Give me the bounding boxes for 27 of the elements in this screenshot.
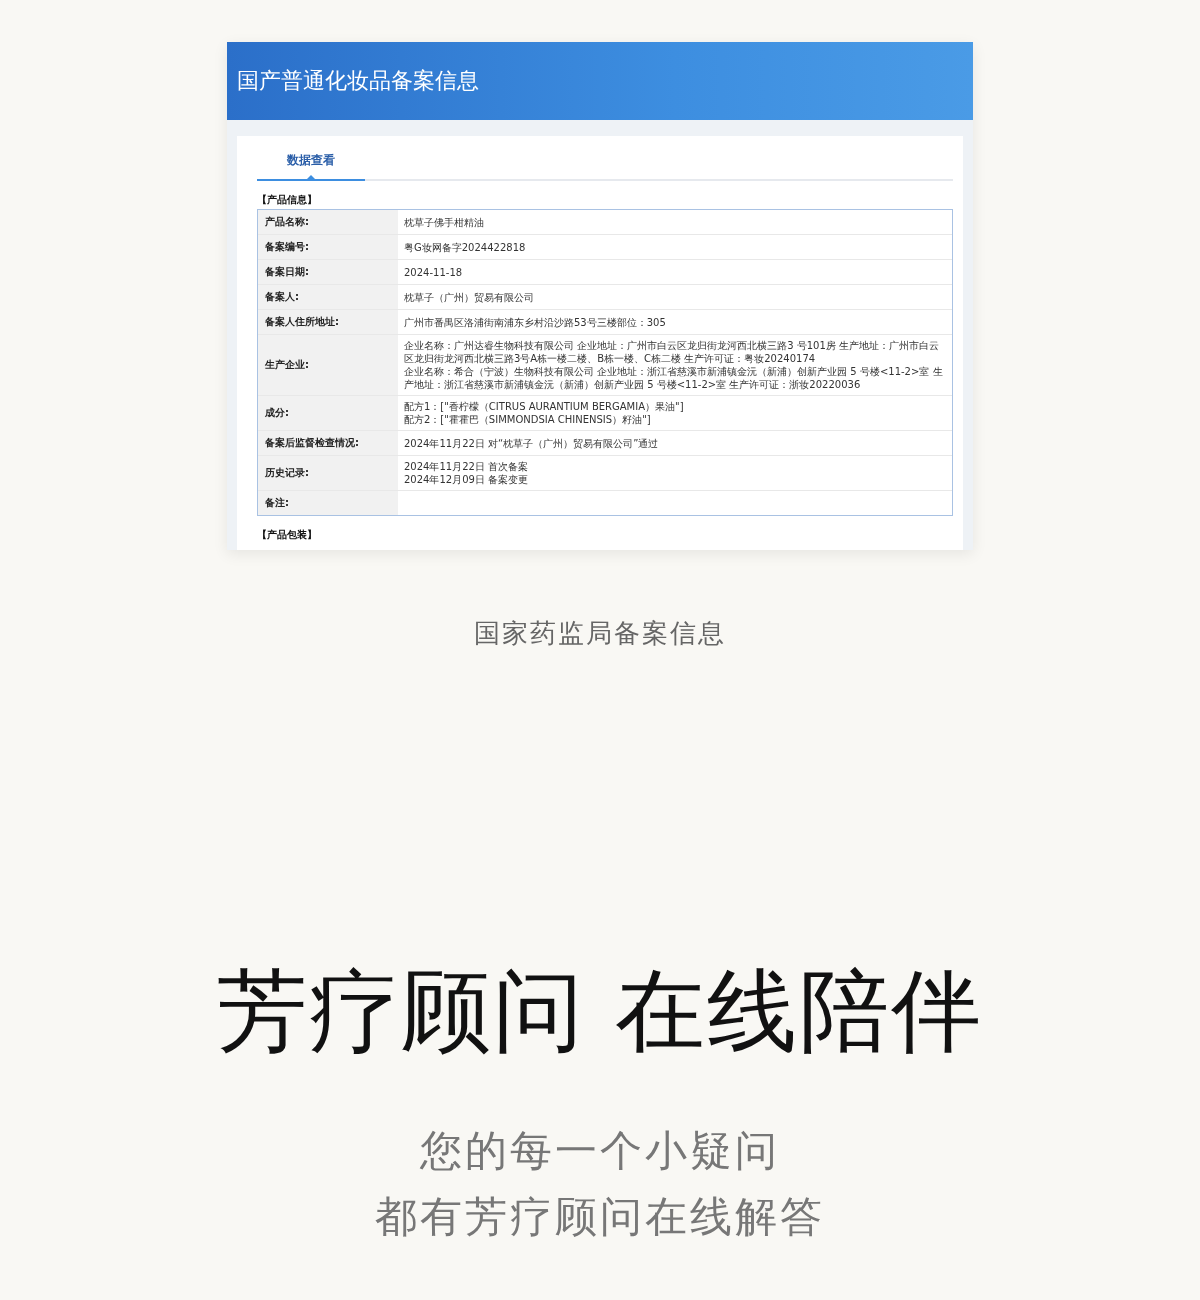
page-title: 国产普通化妆品备案信息 bbox=[237, 67, 479, 95]
field-label: 备案人: bbox=[258, 285, 398, 309]
field-label: 历史记录: bbox=[258, 456, 398, 490]
section-title: 【产品包装】 bbox=[257, 528, 318, 542]
field-label: 产品名称: bbox=[258, 210, 398, 234]
field-value: 2024年11月22日 首次备案 2024年12月09日 备案变更 bbox=[403, 460, 530, 487]
field-value: 企业名称：广州达睿生物科技有限公司 企业地址：广州市白云区龙归街龙河西北横三路3 号101房 生产地址：广州市白云区龙归街龙河西北横三路3号A栋一楼二楼、B栋一楼、C栋二楼 生产许可证：粤妆20240174 企业名称：希合（宁波）生物科技有限公司 企业地址：浙江省慈溪市新浦镇金沅（新浦）创新产业园 5 号楼<11-2>室 生产地址：浙江省慈溪市新浦镇金沅（新浦）创新产业园 5 号楼<11-2>室 生产许可证：浙妆20220036 bbox=[403, 339, 944, 392]
field-label: 备案日期: bbox=[258, 260, 398, 284]
field-value: 枕草子（广州）贸易有限公司 bbox=[403, 290, 535, 305]
headline: 芳疗顾问 在线陪伴 bbox=[216, 957, 984, 1065]
subtitle: 都有芳疗顾问在线解答 bbox=[375, 1191, 825, 1243]
field-value: 枕草子佛手柑精油 bbox=[403, 215, 485, 230]
field-value: 广州市番禺区洛浦街南浦东乡村沿沙路53号三楼部位：305 bbox=[403, 315, 667, 330]
field-label: 备案人住所地址: bbox=[258, 310, 398, 334]
field-value: 配方1：["香柠檬（CITRUS AURANTIUM BERGAMIA）果油"] 配方2：["霍霍巴（SIMMONDSIA CHINENSIS）籽油"] bbox=[403, 400, 685, 427]
field-value: 粤G妆网备字2024422818 bbox=[403, 240, 527, 255]
field-label: 备案后监督检查情况: bbox=[258, 431, 398, 455]
field-label: 生产企业: bbox=[258, 335, 398, 395]
section-title: 【产品信息】 bbox=[257, 193, 318, 207]
field-label: 备注: bbox=[258, 491, 398, 515]
field-value: 2024年11月22日 对“枕草子（广州）贸易有限公司”通过 bbox=[403, 436, 660, 451]
caption: 国家药监局备案信息 bbox=[474, 617, 726, 650]
tab[interactable]: 数据查看 bbox=[257, 142, 365, 181]
field-label: 成分: bbox=[258, 396, 398, 430]
field-value: 2024-11-18 bbox=[403, 265, 464, 280]
field-label: 备案编号: bbox=[258, 235, 398, 259]
subtitle: 您的每一个小疑问 bbox=[420, 1125, 780, 1177]
